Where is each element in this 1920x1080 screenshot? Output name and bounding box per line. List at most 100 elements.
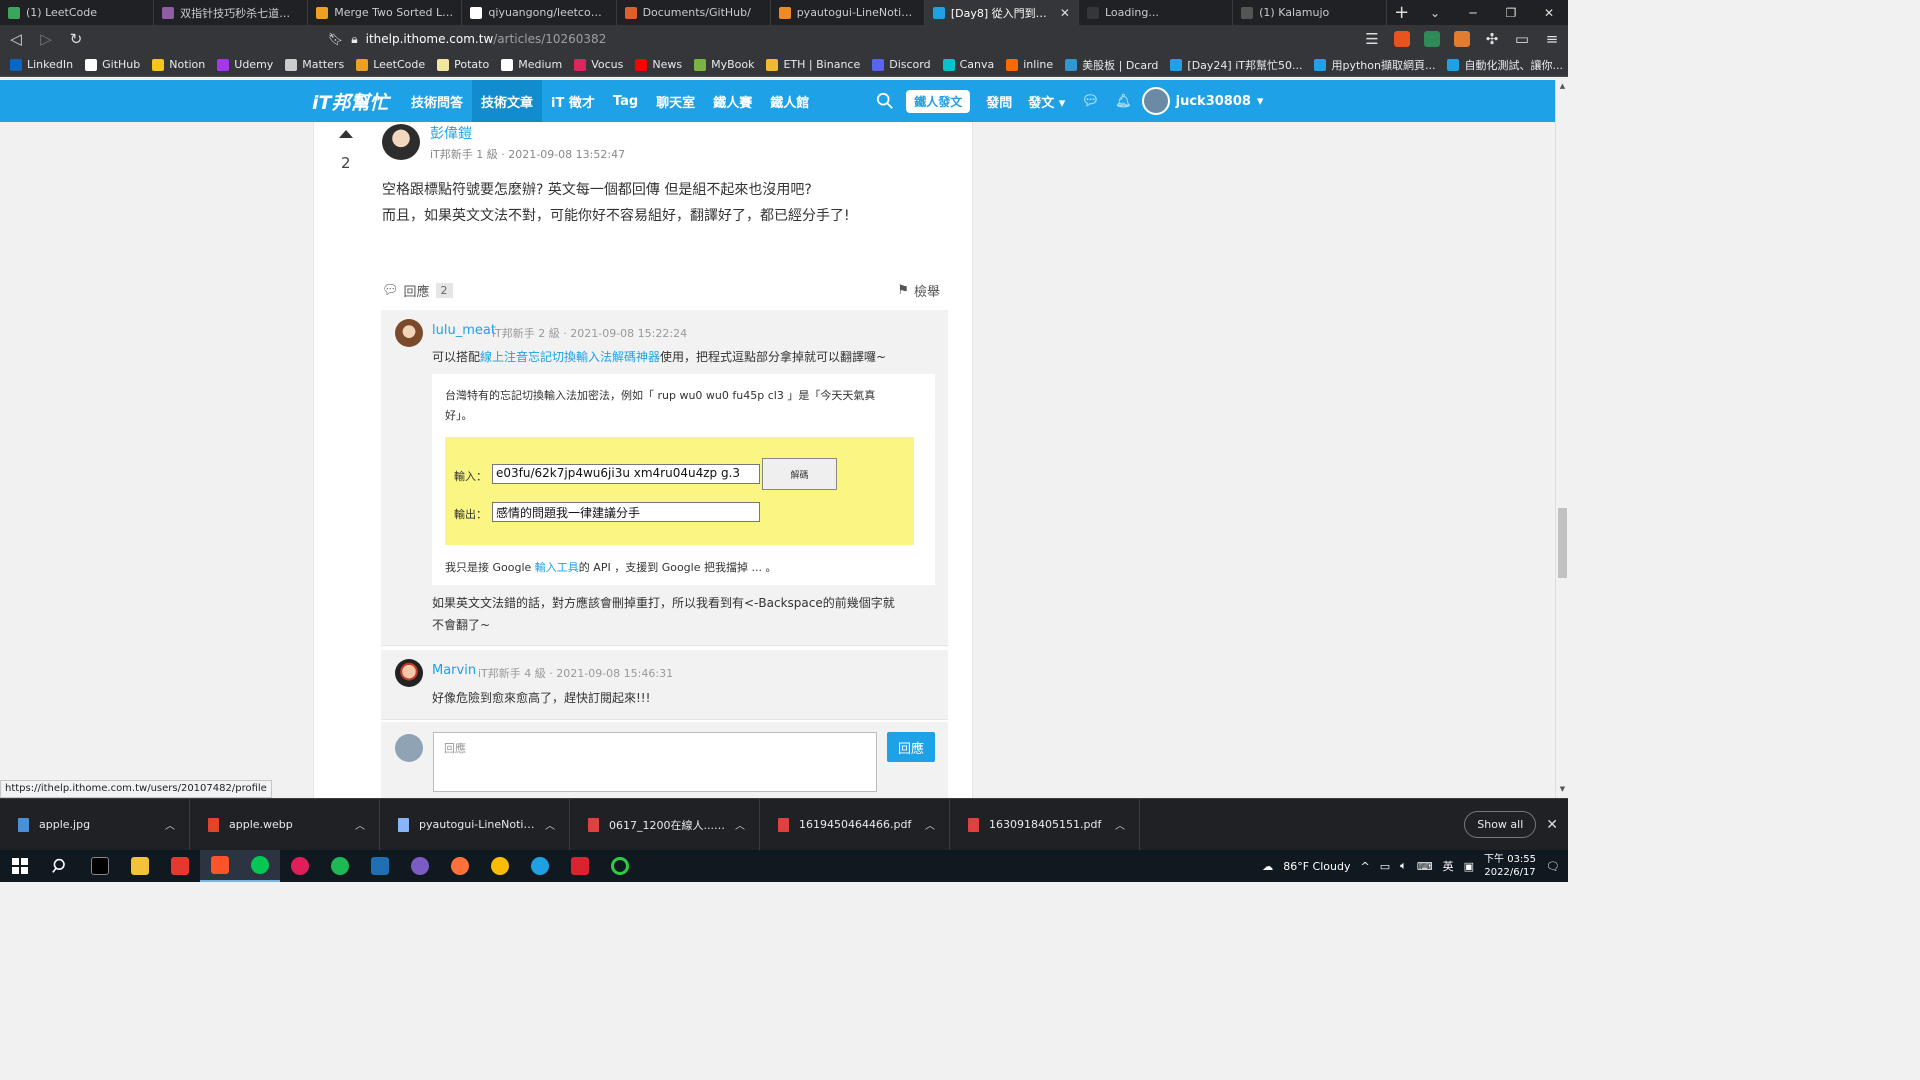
ask-link[interactable]: 發問 <box>986 92 1012 111</box>
post-dropdown[interactable]: 發文 ▾ <box>1028 92 1065 111</box>
minimize-button[interactable]: ─ <box>1454 0 1492 25</box>
browser-tab[interactable]: qiyuangong/leetcode: Python <box>462 0 617 25</box>
chevron-up-icon[interactable]: ︿ <box>355 817 365 832</box>
reload-button[interactable]: ↻ <box>68 30 84 48</box>
report-button[interactable]: ⚑ 檢舉 <box>897 281 940 300</box>
nav-item[interactable]: iT 徵才 <box>542 80 604 122</box>
chevron-up-icon[interactable]: ︿ <box>165 817 175 832</box>
notification-icon[interactable]: 🗨︎ <box>1546 860 1560 873</box>
wps-icon[interactable] <box>560 850 600 882</box>
forward-button[interactable]: ▷ <box>38 30 54 48</box>
calendar-icon[interactable]: ▣ <box>1464 860 1474 873</box>
decoder-input[interactable]: e03fu/62k7jp4wu6ji3u xm4ru04u4zp g.3 <box>492 464 760 484</box>
nav-item[interactable]: 聊天室 <box>647 80 704 122</box>
clock[interactable]: 下午 03:55 2022/6/17 <box>1484 853 1536 879</box>
ime-indicator[interactable]: 英 <box>1443 858 1454 874</box>
fox-extension-icon[interactable] <box>1454 31 1470 47</box>
anydesk-icon[interactable] <box>160 850 200 882</box>
tray-chevron-icon[interactable]: ^ <box>1361 860 1370 873</box>
bookmark-item[interactable]: [Day24] iT邦幫忙50... <box>1170 57 1302 73</box>
reply-textarea[interactable]: 回應 <box>433 732 877 792</box>
search-icon[interactable] <box>876 92 894 110</box>
upvote-icon[interactable] <box>339 130 353 138</box>
comment-icon[interactable]: 💬︎ <box>382 283 399 298</box>
comment-author[interactable]: Marvin <box>432 663 476 678</box>
browser-tab[interactable]: 双指针技巧秒杀七道链表题目 <box>154 0 309 25</box>
browser-tab[interactable]: (1) LeetCode <box>0 0 155 25</box>
close-tab-icon[interactable]: ✕ <box>1060 6 1070 20</box>
firefox-icon[interactable] <box>440 850 480 882</box>
download-item[interactable]: 1630918405151.pdf ︿ <box>950 798 1140 851</box>
close-icon[interactable]: ✕ <box>1546 817 1558 833</box>
decoder-output[interactable]: 感情的問題我一律建議分手 <box>492 502 760 522</box>
slack-icon[interactable] <box>280 850 320 882</box>
iron-post-button[interactable]: 鐵人發文 <box>906 89 971 113</box>
url-field[interactable]: 🔖︎ 🔒︎ ithelp.ithome.com.tw/articles/1026… <box>328 32 1128 47</box>
author-avatar[interactable] <box>382 124 420 160</box>
nav-item[interactable]: 鐵人賽 <box>704 80 761 122</box>
scroll-down-icon[interactable]: ▼ <box>1556 785 1569 793</box>
bookmark-item[interactable]: Potato <box>437 58 489 71</box>
weather[interactable]: 86°F Cloudy <box>1283 860 1350 873</box>
volume-icon[interactable]: 🔈︎ <box>1400 859 1407 873</box>
download-item[interactable]: pyautogui-LineNoti....py ︿ <box>380 798 570 851</box>
stock-extension-icon[interactable] <box>1424 31 1440 47</box>
network-icon[interactable]: ▭ <box>1380 860 1390 873</box>
bookmark-item[interactable]: LeetCode <box>356 58 425 71</box>
bookmark-item[interactable]: Notion <box>152 58 205 71</box>
chat-icon[interactable]: 💬︎ <box>1081 93 1099 109</box>
bookmark-item[interactable]: LinkedIn <box>10 58 73 71</box>
bookmark-item[interactable]: 用python擷取網頁... <box>1314 57 1435 73</box>
decode-button[interactable]: 解碼 <box>762 458 837 490</box>
browser-tab[interactable]: pyautogui-LineNotify_shot - J <box>771 0 925 25</box>
chevron-up-icon[interactable]: ︿ <box>925 817 935 832</box>
brave-shields-icon[interactable] <box>1394 31 1410 47</box>
lock-icon[interactable]: 🔒︎ <box>351 32 357 47</box>
page-scrollbar[interactable]: ▲ ▼ <box>1555 80 1568 798</box>
browser-tab[interactable]: Loading... <box>1079 0 1234 25</box>
comment-avatar[interactable] <box>395 319 423 347</box>
browser-tab[interactable]: Documents/GitHub/ <box>617 0 771 25</box>
vscode-icon[interactable] <box>360 850 400 882</box>
download-item[interactable]: apple.jpg ︿ <box>0 798 190 851</box>
download-item[interactable]: apple.webp ︿ <box>190 798 380 851</box>
bookmark-page-icon[interactable]: 🔖︎ <box>328 32 343 46</box>
nav-item[interactable]: Tag <box>604 80 647 122</box>
show-all-button[interactable]: Show all <box>1464 811 1537 838</box>
nav-item[interactable]: 技術問答 <box>402 80 472 122</box>
bookmark-item[interactable]: Matters <box>285 58 344 71</box>
reply-submit-button[interactable]: 回應 <box>887 732 935 762</box>
app-ring-icon[interactable] <box>600 850 640 882</box>
site-logo[interactable]: iT邦幫忙 <box>312 88 402 115</box>
nav-item[interactable]: 鐵人館 <box>761 80 818 122</box>
bookmark-item[interactable]: Medium <box>501 58 562 71</box>
terminal-icon[interactable] <box>80 850 120 882</box>
download-item[interactable]: 1619450464466.pdf ︿ <box>760 798 950 851</box>
browser-tab[interactable]: Merge Two Sorted Lists - Leet <box>308 0 463 25</box>
bookmark-item[interactable]: Udemy <box>217 58 273 71</box>
wallet-icon[interactable]: ▭ <box>1514 30 1530 48</box>
bookmark-item[interactable]: Discord <box>872 58 931 71</box>
bookmark-item[interactable]: Canva <box>942 58 994 71</box>
browser-tab[interactable]: (1) Kalamujo <box>1233 0 1388 25</box>
line-icon[interactable] <box>240 850 280 882</box>
bookmark-item[interactable]: 自動化測試、讓你... <box>1447 57 1563 73</box>
bell-icon[interactable]: 🔔︎ <box>1115 94 1132 109</box>
menu-icon[interactable]: ≡ <box>1544 30 1560 48</box>
bookmark-item[interactable]: MyBook <box>694 58 754 71</box>
search-icon[interactable] <box>40 850 80 882</box>
comment-author[interactable]: lulu_meat <box>432 323 496 338</box>
bookmark-item[interactable]: inline <box>1006 58 1053 71</box>
brave-icon[interactable] <box>200 850 240 882</box>
reply-link[interactable]: 回應 <box>404 281 430 300</box>
download-item[interactable]: 0617_1200在線人....pdf ︿ <box>570 798 760 851</box>
keyboard-icon[interactable]: ⌨ <box>1417 860 1433 873</box>
user-menu[interactable]: juck30808 ▾ <box>1141 87 1263 115</box>
comment-avatar[interactable] <box>395 659 423 687</box>
bookmark-item[interactable]: News <box>635 58 682 71</box>
decoder-link[interactable]: 線上注音忘記切換輸入法解碼神器 <box>480 350 660 364</box>
edge-icon[interactable] <box>520 850 560 882</box>
back-button[interactable]: ◁ <box>8 30 24 48</box>
new-tab-button[interactable]: + <box>1387 0 1416 25</box>
bookmark-item[interactable]: ETH | Binance <box>766 58 860 71</box>
